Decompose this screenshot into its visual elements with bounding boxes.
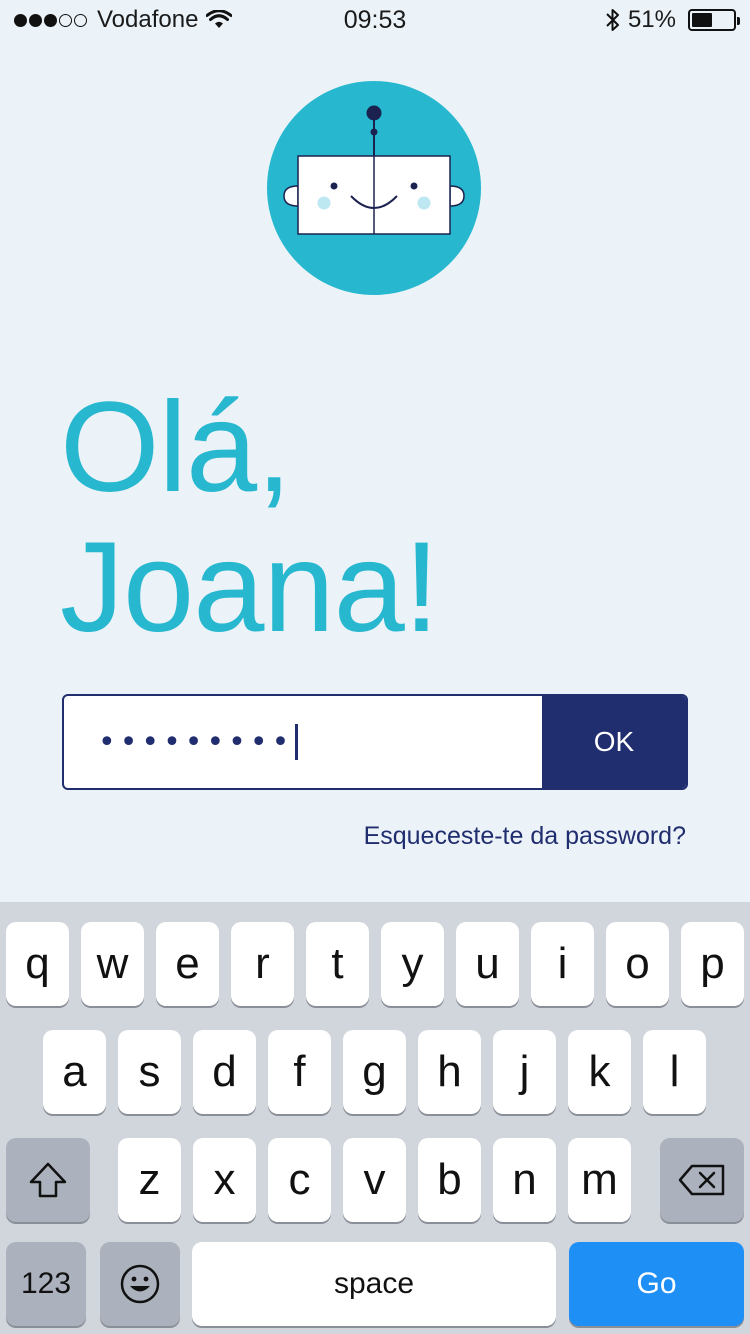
key-s[interactable]: s (118, 1030, 181, 1114)
robot-avatar-icon (267, 81, 481, 295)
backspace-icon (678, 1164, 725, 1196)
key-m[interactable]: m (568, 1138, 631, 1222)
status-right: 51% (606, 6, 740, 34)
shift-icon (29, 1162, 67, 1198)
key-o[interactable]: o (606, 922, 669, 1006)
key-g[interactable]: g (343, 1030, 406, 1114)
key-v[interactable]: v (343, 1138, 406, 1222)
forgot-password-link[interactable]: Esqueceste-te da password? (364, 822, 686, 851)
key-n[interactable]: n (493, 1138, 556, 1222)
key-h[interactable]: h (418, 1030, 481, 1114)
key-e[interactable]: e (156, 922, 219, 1006)
greeting-line-1: Olá, (60, 376, 292, 519)
key-f[interactable]: f (268, 1030, 331, 1114)
space-key[interactable]: space (192, 1242, 556, 1326)
emoji-icon (120, 1264, 160, 1304)
password-form: ••••••••• OK (62, 694, 688, 790)
battery-percent: 51% (627, 6, 676, 33)
bluetooth-icon (606, 9, 619, 31)
key-c[interactable]: c (268, 1138, 331, 1222)
key-a[interactable]: a (43, 1030, 106, 1114)
text-caret (295, 724, 299, 760)
backspace-key[interactable] (660, 1138, 744, 1222)
key-y[interactable]: y (381, 922, 444, 1006)
greeting-line-2: Joana! (60, 516, 439, 659)
key-w[interactable]: w (81, 922, 144, 1006)
password-input[interactable]: ••••••••• (64, 696, 542, 788)
greeting-title: Olá, Joana! (60, 378, 700, 658)
battery-icon (688, 9, 740, 31)
ok-button[interactable]: OK (542, 696, 686, 788)
key-i[interactable]: i (531, 922, 594, 1006)
go-key[interactable]: Go (569, 1242, 744, 1326)
numbers-key[interactable]: 123 (6, 1242, 86, 1326)
shift-key[interactable] (6, 1138, 90, 1222)
key-q[interactable]: q (6, 922, 69, 1006)
key-r[interactable]: r (231, 922, 294, 1006)
status-bar: Vodafone 09:53 51% (0, 0, 750, 40)
emoji-key[interactable] (100, 1242, 180, 1326)
password-value: ••••••••• (98, 724, 294, 760)
key-d[interactable]: d (193, 1030, 256, 1114)
key-x[interactable]: x (193, 1138, 256, 1222)
key-z[interactable]: z (118, 1138, 181, 1222)
key-b[interactable]: b (418, 1138, 481, 1222)
key-t[interactable]: t (306, 922, 369, 1006)
key-u[interactable]: u (456, 922, 519, 1006)
keyboard: 123 space Go qwertyuiop asdfghjkl zxcvbnm (0, 902, 750, 1334)
key-j[interactable]: j (493, 1030, 556, 1114)
key-k[interactable]: k (568, 1030, 631, 1114)
key-l[interactable]: l (643, 1030, 706, 1114)
key-p[interactable]: p (681, 922, 744, 1006)
